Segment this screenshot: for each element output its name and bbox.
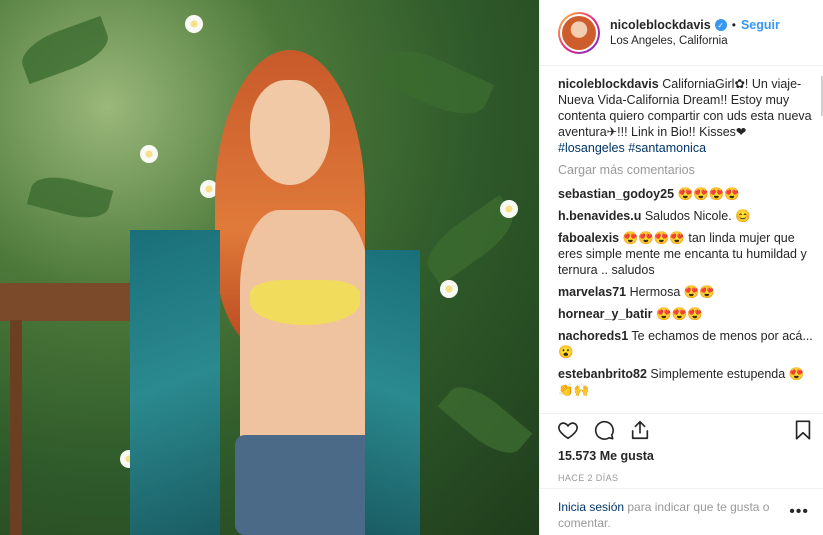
comment-username[interactable]: sebastian_godoy25 [558,187,674,201]
post-header: nicoleblockdavis ✓ • Seguir Los Angeles,… [540,0,823,66]
more-options-icon[interactable]: ••• [789,503,809,521]
actions-divider [540,413,823,414]
comment-username[interactable]: nachoreds1 [558,329,628,343]
share-icon[interactable] [628,418,652,442]
caption-hashtags[interactable]: #losangeles #santamonica [558,140,815,156]
comment-text: 😍😍😍 [655,307,703,321]
comments-section: nicoleblockdavis CaliforniaGirl✿! Un via… [558,76,815,406]
post-time[interactable]: HACE 2 DÍAS [558,473,618,483]
comment-item: h.benavides.u Saludos Nicole. 😊 [558,208,815,224]
login-prompt: Inicia sesión para indicar que te gusta … [540,488,823,535]
comment-text: Hermosa 😍😍 [629,285,715,299]
comment-text: Saludos Nicole. 😊 [644,209,751,223]
login-link[interactable]: Inicia sesión [558,500,624,514]
follow-button[interactable]: Seguir [741,18,780,32]
heart-icon[interactable] [556,418,580,442]
comment-item: nachoreds1 Te echamos de menos por acá..… [558,328,815,360]
comment-username[interactable]: estebanbrito82 [558,367,647,381]
comment-item: faboalexis 😍😍😍😍 tan linda mujer que eres… [558,230,815,278]
comment-username[interactable]: faboalexis [558,231,619,245]
comment-text: 😍😍😍😍 [677,187,740,201]
separator-dot: • [731,18,736,32]
post-sidebar: nicoleblockdavis ✓ • Seguir Los Angeles,… [539,0,823,535]
caption: nicoleblockdavis CaliforniaGirl✿! Un via… [558,76,815,156]
comment-username[interactable]: hornear_y_batir [558,307,652,321]
comment-list: sebastian_godoy25 😍😍😍😍 h.benavides.u Salu… [558,186,815,398]
caption-username[interactable]: nicoleblockdavis [558,77,659,91]
comment-item: marvelas71 Hermosa 😍😍 [558,284,815,300]
action-bar [556,418,815,442]
comment-icon[interactable] [592,418,616,442]
load-more-comments-button[interactable]: Cargar más comentarios [558,162,815,178]
verified-badge-icon: ✓ [714,19,727,31]
avatar[interactable] [558,11,600,54]
username-link[interactable]: nicoleblockdavis [610,18,711,32]
bookmark-icon[interactable] [791,418,815,442]
location-link[interactable]: Los Angeles, California [610,35,780,47]
comment-item: estebanbrito82 Simplemente estupenda 😍👏🙌 [558,366,815,398]
likes-count[interactable]: 15.573 Me gusta [558,449,654,463]
comment-username[interactable]: marvelas71 [558,285,626,299]
comment-item: sebastian_godoy25 😍😍😍😍 [558,186,815,202]
post-photo[interactable] [0,0,539,535]
instagram-post: nicoleblockdavis ✓ • Seguir Los Angeles,… [0,0,823,535]
comment-username[interactable]: h.benavides.u [558,209,641,223]
comment-item: hornear_y_batir 😍😍😍 [558,306,815,322]
